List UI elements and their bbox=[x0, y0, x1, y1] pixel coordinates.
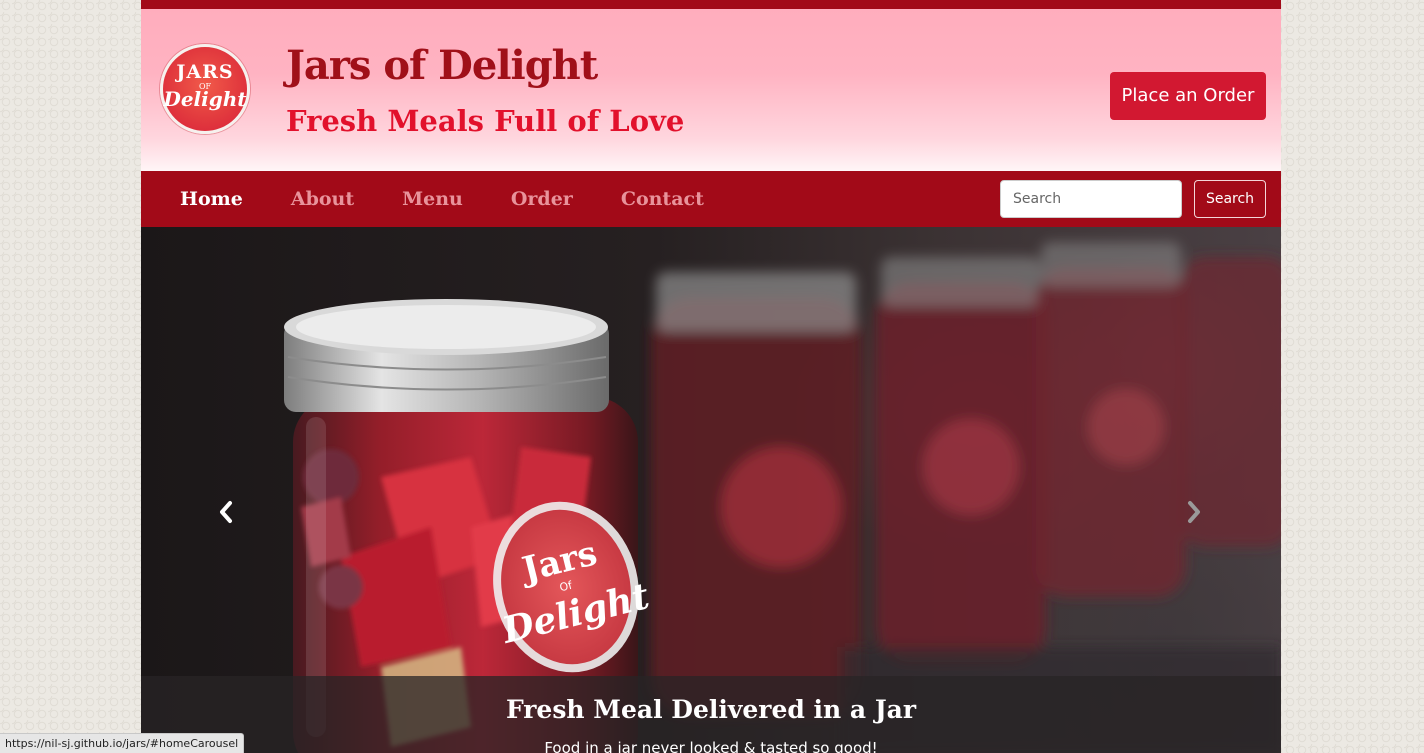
site-subtitle: Fresh Meals Full of Love bbox=[286, 104, 685, 138]
site-title: Jars of Delight bbox=[286, 42, 598, 89]
home-carousel: Jars Of Delight Fresh Meal Delivered in … bbox=[141, 227, 1281, 753]
chevron-right-icon bbox=[1188, 501, 1200, 523]
logo-text-delight: Delight bbox=[163, 87, 247, 111]
browser-status-url: https://nil-sj.github.io/jars/#homeCarou… bbox=[0, 733, 245, 753]
logo-text-jars: JARS bbox=[176, 61, 234, 83]
site-header: JARS OF Delight Jars of Delight Fresh Me… bbox=[141, 0, 1281, 171]
nav-item-about[interactable]: About bbox=[291, 171, 354, 227]
carousel-caption-title: Fresh Meal Delivered in a Jar bbox=[505, 695, 917, 724]
carousel-slide-image: Jars Of Delight bbox=[284, 242, 1281, 753]
carousel-prev-button[interactable] bbox=[214, 497, 238, 527]
page-container: JARS OF Delight Jars of Delight Fresh Me… bbox=[141, 0, 1281, 753]
search-input[interactable] bbox=[1000, 180, 1182, 218]
carousel-next-button[interactable] bbox=[1182, 497, 1206, 527]
nav-item-menu[interactable]: Menu bbox=[402, 171, 463, 227]
nav-item-order[interactable]: Order bbox=[511, 171, 573, 227]
chevron-left-icon bbox=[220, 501, 232, 523]
carousel-caption-text: Food in a jar never looked & tasted so g… bbox=[544, 739, 878, 753]
search-button[interactable]: Search bbox=[1194, 180, 1266, 218]
main-navbar: Home About Menu Order Contact Search bbox=[141, 171, 1281, 227]
nav-links: Home About Menu Order Contact bbox=[180, 171, 752, 227]
nav-item-home[interactable]: Home bbox=[180, 171, 243, 227]
brand-logo[interactable]: JARS OF Delight bbox=[160, 44, 250, 134]
nav-item-contact[interactable]: Contact bbox=[621, 171, 704, 227]
place-order-button[interactable]: Place an Order bbox=[1110, 72, 1266, 120]
